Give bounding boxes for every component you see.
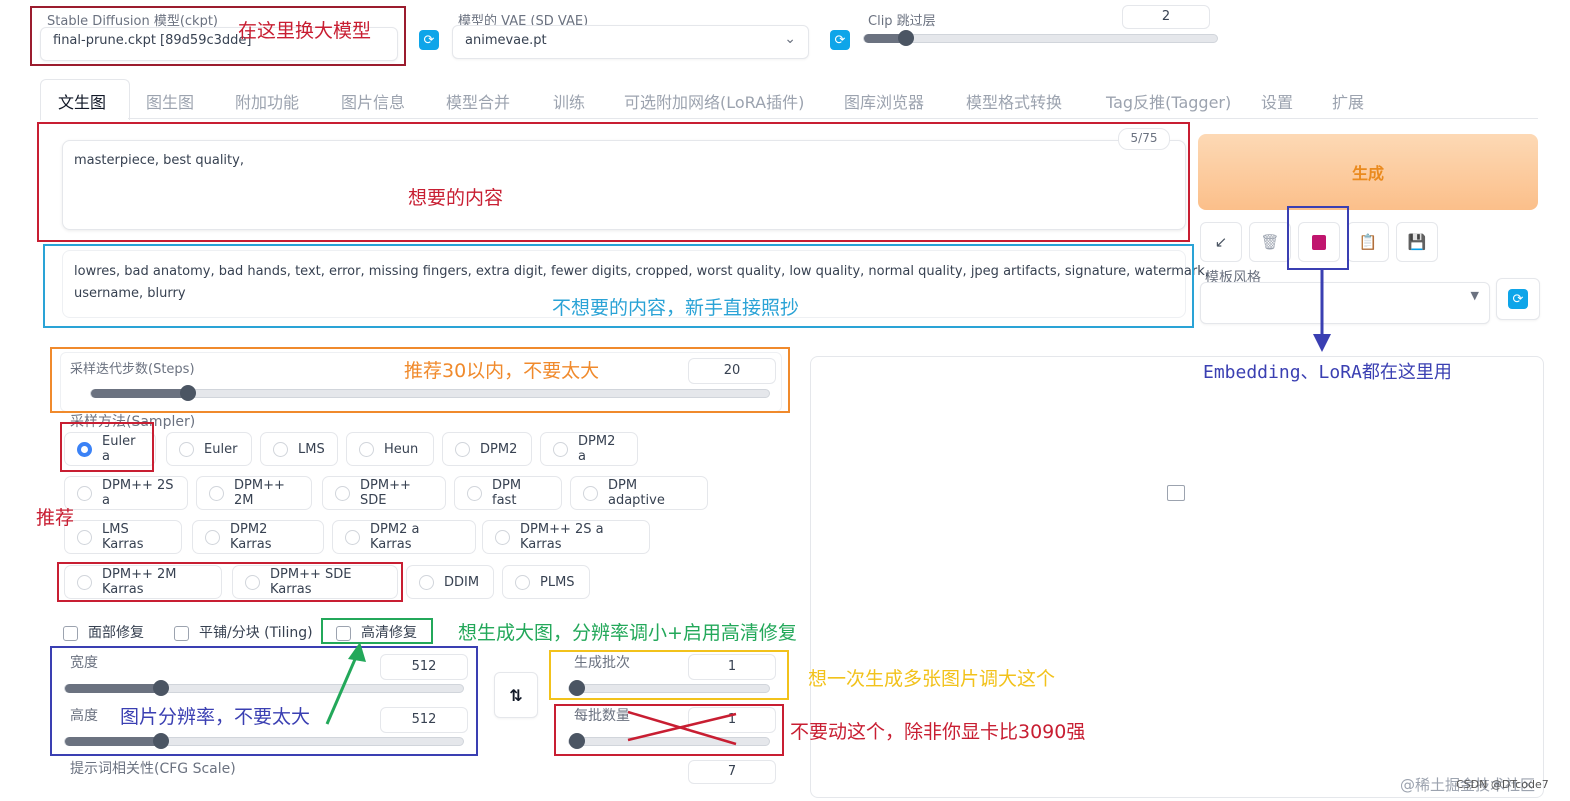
embedding-arrow xyxy=(1313,270,1331,352)
do-not-touch-cross xyxy=(627,710,737,746)
hires-arrow xyxy=(325,642,366,725)
annotation-overlay xyxy=(325,270,1331,746)
